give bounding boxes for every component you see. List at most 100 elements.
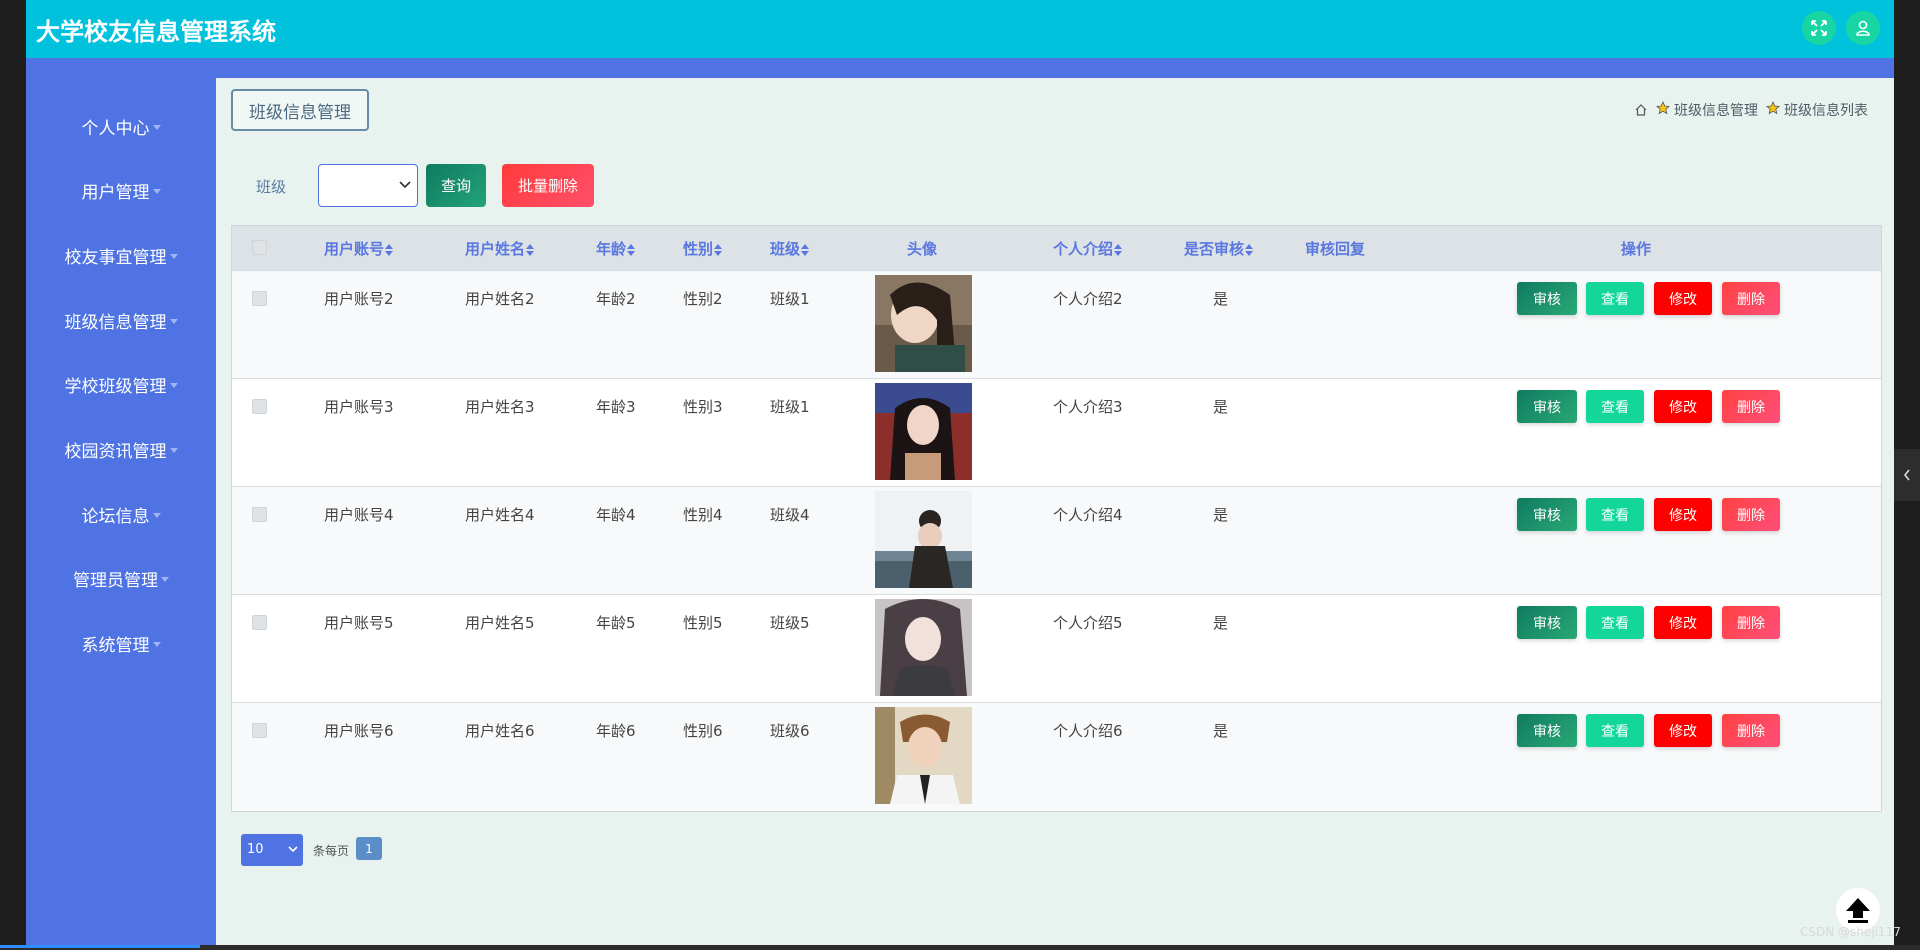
- row-checkbox[interactable]: [252, 507, 267, 522]
- class-filter-select[interactable]: [318, 164, 418, 207]
- header-actions: 操作: [1621, 240, 1652, 258]
- sort-icon: [1114, 243, 1123, 256]
- sidebar-item-label: 管理员管理: [73, 570, 158, 591]
- header-reviewed[interactable]: 是否审核: [1184, 238, 1254, 259]
- header-label: 用户姓名: [465, 240, 526, 258]
- delete-button[interactable]: 删除: [1722, 714, 1780, 747]
- edit-button[interactable]: 修改: [1654, 714, 1712, 747]
- arrow-up-icon: [1846, 898, 1870, 923]
- select-all-checkbox[interactable]: [252, 240, 267, 255]
- table-row: 用户账号6 用户姓名6 年龄6 性别6 班级6 个人介绍6 是 审核 查看 修改…: [232, 702, 1881, 810]
- sort-icon: [1245, 243, 1254, 256]
- sort-icon: [385, 243, 394, 256]
- cell-intro: 个人介绍2: [1053, 290, 1123, 308]
- sidebar-item-label: 系统管理: [81, 635, 150, 656]
- cell-name: 用户姓名4: [465, 506, 535, 524]
- expand-icon: [1811, 20, 1827, 36]
- delete-button[interactable]: 删除: [1722, 606, 1780, 639]
- delete-button[interactable]: 删除: [1722, 390, 1780, 423]
- edit-button[interactable]: 修改: [1654, 606, 1712, 639]
- cell-account: 用户账号6: [324, 722, 394, 740]
- avatar-image: [875, 707, 972, 804]
- audit-button[interactable]: 审核: [1517, 714, 1577, 747]
- user-button[interactable]: [1846, 11, 1880, 45]
- fullscreen-button[interactable]: [1802, 11, 1836, 45]
- view-button[interactable]: 查看: [1586, 282, 1644, 315]
- batch-delete-button[interactable]: 批量删除: [502, 164, 594, 207]
- row-checkbox[interactable]: [252, 291, 267, 306]
- view-button[interactable]: 查看: [1586, 498, 1644, 531]
- top-bar: 大学校友信息管理系统: [26, 0, 1894, 58]
- cell-intro: 个人介绍6: [1053, 722, 1123, 740]
- breadcrumb-item[interactable]: 班级信息管理: [1674, 100, 1758, 120]
- cell-class: 班级5: [770, 614, 810, 632]
- header-account[interactable]: 用户账号: [324, 238, 394, 259]
- sidebar-item-alumni-affairs[interactable]: 校友事宜管理: [26, 235, 216, 275]
- cell-age: 年龄6: [596, 722, 636, 740]
- delete-button[interactable]: 删除: [1722, 282, 1780, 315]
- cell-intro: 个人介绍3: [1053, 398, 1123, 416]
- cell-gender: 性别6: [683, 722, 723, 740]
- page-number-button[interactable]: 1: [356, 837, 382, 860]
- sidebar-item-school-class[interactable]: 学校班级管理: [26, 364, 216, 404]
- header-class[interactable]: 班级: [770, 238, 810, 259]
- caret-down-icon: [152, 641, 161, 647]
- cell-name: 用户姓名3: [465, 398, 535, 416]
- sort-icon: [526, 243, 535, 256]
- header-reply: 审核回复: [1305, 240, 1366, 258]
- side-collapse-tab[interactable]: [1894, 449, 1920, 501]
- audit-button[interactable]: 审核: [1517, 390, 1577, 423]
- view-button[interactable]: 查看: [1586, 606, 1644, 639]
- chevron-left-icon: [1903, 469, 1910, 481]
- cell-intro: 个人介绍4: [1053, 506, 1123, 524]
- view-button[interactable]: 查看: [1586, 714, 1644, 747]
- edit-button[interactable]: 修改: [1654, 390, 1712, 423]
- app-window: 大学校友信息管理系统 个人中心 用户管理 校友事宜管理 班级信息管理 学校班级管…: [26, 0, 1894, 945]
- avatar-image: [875, 599, 972, 696]
- sidebar-item-system-management[interactable]: 系统管理: [26, 623, 216, 663]
- caret-down-icon: [169, 447, 178, 453]
- header-age[interactable]: 年龄: [596, 238, 636, 259]
- row-checkbox[interactable]: [252, 615, 267, 630]
- sidebar-item-user-management[interactable]: 用户管理: [26, 170, 216, 210]
- sort-icon: [714, 243, 723, 256]
- page-size-select[interactable]: 10: [241, 834, 303, 866]
- caret-down-icon: [169, 382, 178, 388]
- edit-button[interactable]: 修改: [1654, 282, 1712, 315]
- view-button[interactable]: 查看: [1586, 390, 1644, 423]
- cell-gender: 性别2: [683, 290, 723, 308]
- sidebar-item-campus-news[interactable]: 校园资讯管理: [26, 429, 216, 469]
- sidebar-item-personal-center[interactable]: 个人中心: [26, 106, 216, 146]
- caret-down-icon: [152, 512, 161, 518]
- cell-class: 班级1: [770, 290, 810, 308]
- row-checkbox[interactable]: [252, 723, 267, 738]
- cell-age: 年龄5: [596, 614, 636, 632]
- row-checkbox[interactable]: [252, 399, 267, 414]
- home-icon[interactable]: [1634, 103, 1648, 117]
- header-label: 性别: [683, 240, 714, 258]
- audit-button[interactable]: 审核: [1517, 282, 1577, 315]
- page-size-value: 10: [247, 842, 264, 857]
- query-button[interactable]: 查询: [426, 164, 486, 207]
- delete-button[interactable]: 删除: [1722, 498, 1780, 531]
- caret-down-icon: [152, 124, 161, 130]
- header-gender[interactable]: 性别: [683, 238, 723, 259]
- sidebar-item-class-info[interactable]: 班级信息管理: [26, 300, 216, 340]
- header-name[interactable]: 用户姓名: [465, 238, 535, 259]
- sidebar-item-forum[interactable]: 论坛信息: [26, 494, 216, 534]
- cell-class: 班级6: [770, 722, 810, 740]
- header-label: 班级: [770, 240, 801, 258]
- sort-icon: [801, 243, 810, 256]
- edit-button[interactable]: 修改: [1654, 498, 1712, 531]
- audit-button[interactable]: 审核: [1517, 498, 1577, 531]
- taskbar: [0, 945, 1920, 950]
- sidebar-item-admin-management[interactable]: 管理员管理: [26, 558, 216, 598]
- page-title-tag[interactable]: 班级信息管理: [231, 89, 369, 131]
- chevron-down-icon: [288, 846, 298, 853]
- header-intro[interactable]: 个人介绍: [1053, 238, 1123, 259]
- audit-button[interactable]: 审核: [1517, 606, 1577, 639]
- cell-age: 年龄3: [596, 398, 636, 416]
- sidebar: 个人中心 用户管理 校友事宜管理 班级信息管理 学校班级管理 校园资讯管理 论坛…: [26, 78, 216, 945]
- cell-intro: 个人介绍5: [1053, 614, 1123, 632]
- sidebar-item-label: 校友事宜管理: [64, 247, 167, 268]
